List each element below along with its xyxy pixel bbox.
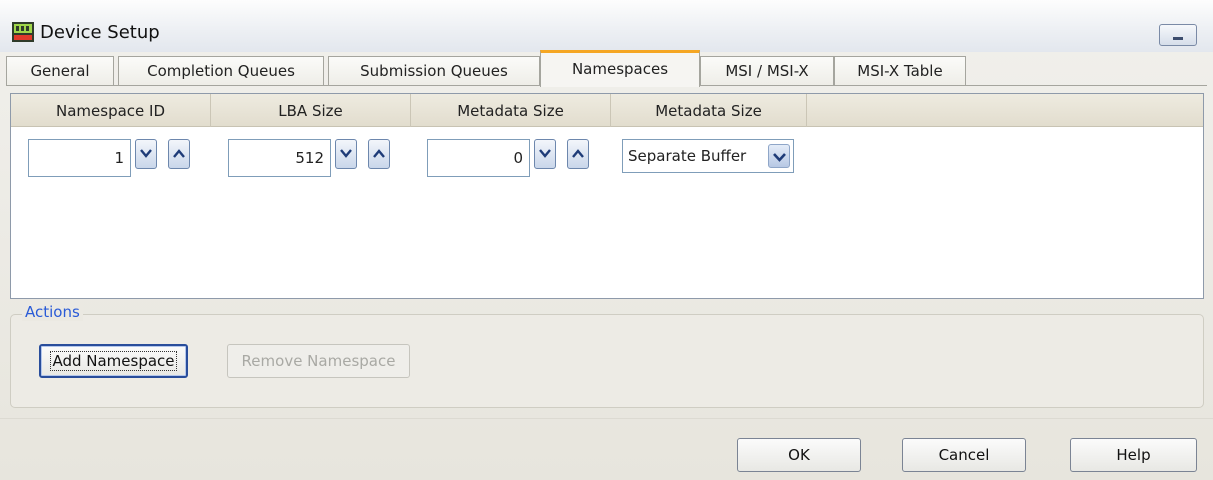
- minimize-button[interactable]: [1159, 24, 1197, 46]
- chevron-up-icon: [572, 149, 584, 158]
- metadata-mode-select[interactable]: Separate Buffer: [622, 139, 794, 173]
- column-header-namespace-id[interactable]: Namespace ID: [11, 94, 211, 127]
- tab-general[interactable]: General: [6, 56, 114, 86]
- device-setup-window: Device Setup General Completion Queues S…: [0, 0, 1213, 480]
- add-namespace-button[interactable]: Add Namespace: [39, 344, 188, 378]
- lba-size-input[interactable]: 512: [228, 139, 331, 177]
- chevron-up-icon: [373, 149, 385, 158]
- metadata-size-decrement-button[interactable]: [534, 139, 556, 169]
- footer-separator: [0, 418, 1213, 419]
- chevron-down-icon: [140, 149, 152, 158]
- chevron-up-icon: [173, 149, 185, 158]
- metadata-size-input[interactable]: 0: [427, 139, 530, 177]
- lba-size-increment-button[interactable]: [368, 139, 390, 169]
- remove-namespace-label: Remove Namespace: [241, 352, 396, 370]
- metadata-size-increment-button[interactable]: [567, 139, 589, 169]
- add-namespace-label: Add Namespace: [50, 351, 177, 371]
- namespace-id-decrement-button[interactable]: [135, 139, 157, 169]
- title-bar: Device Setup: [0, 0, 1213, 52]
- tab-msi-msix[interactable]: MSI / MSI-X: [700, 56, 834, 86]
- chevron-down-icon: [773, 153, 786, 162]
- tab-completion-queues[interactable]: Completion Queues: [118, 56, 324, 86]
- column-header-metadata-size[interactable]: Metadata Size: [411, 94, 611, 127]
- help-button[interactable]: Help: [1070, 438, 1197, 472]
- namespace-id-input[interactable]: 1: [28, 139, 131, 177]
- lba-size-decrement-button[interactable]: [335, 139, 357, 169]
- grid-header: Namespace ID LBA Size Metadata Size Meta…: [11, 94, 1203, 127]
- tab-msix-table[interactable]: MSI-X Table: [834, 56, 966, 86]
- dropdown-button[interactable]: [768, 144, 790, 168]
- column-header-lba-size[interactable]: LBA Size: [211, 94, 411, 127]
- chevron-down-icon: [340, 149, 352, 158]
- device-setup-icon: [12, 22, 34, 42]
- actions-group-label: Actions: [22, 303, 83, 321]
- tab-strip: General Completion Queues Submission Que…: [6, 50, 1206, 87]
- chevron-down-icon: [539, 149, 551, 158]
- namespaces-grid: Namespace ID LBA Size Metadata Size Meta…: [10, 93, 1204, 299]
- namespace-id-increment-button[interactable]: [168, 139, 190, 169]
- column-header-metadata-mode[interactable]: Metadata Size: [611, 94, 807, 127]
- remove-namespace-button[interactable]: Remove Namespace: [227, 344, 410, 378]
- tab-namespaces[interactable]: Namespaces: [540, 50, 700, 87]
- cancel-button[interactable]: Cancel: [902, 438, 1026, 472]
- metadata-mode-value: Separate Buffer: [628, 147, 747, 165]
- ok-button[interactable]: OK: [737, 438, 861, 472]
- window-title: Device Setup: [40, 22, 160, 43]
- tab-submission-queues[interactable]: Submission Queues: [328, 56, 540, 86]
- actions-group: [10, 314, 1204, 408]
